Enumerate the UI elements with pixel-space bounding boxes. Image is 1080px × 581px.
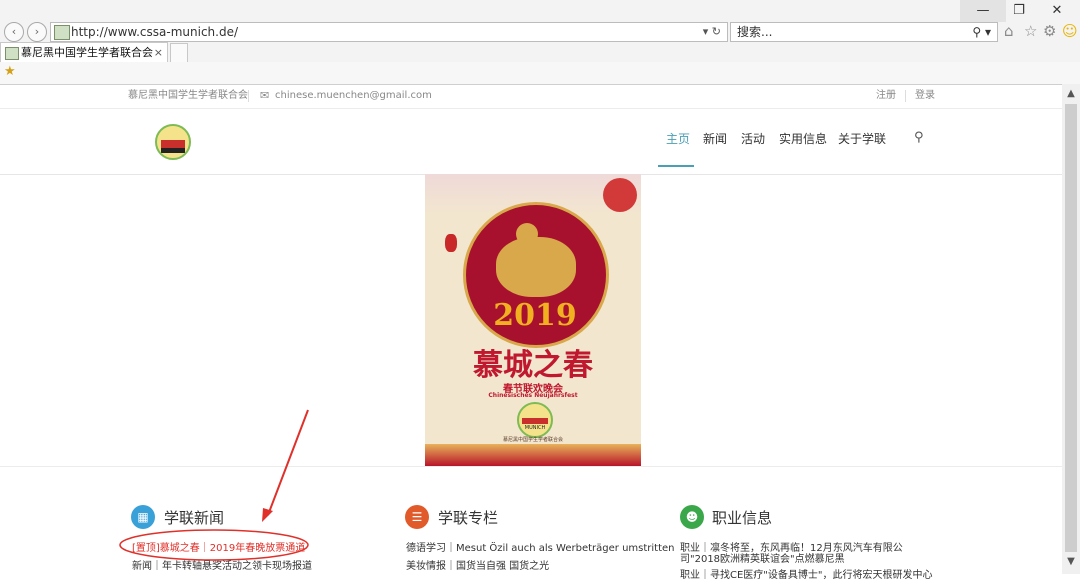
annotation-overlay [119,409,309,561]
annotation-ellipse [119,529,309,561]
annotation-arrowhead [262,508,273,522]
annotation-arrow [267,409,309,516]
